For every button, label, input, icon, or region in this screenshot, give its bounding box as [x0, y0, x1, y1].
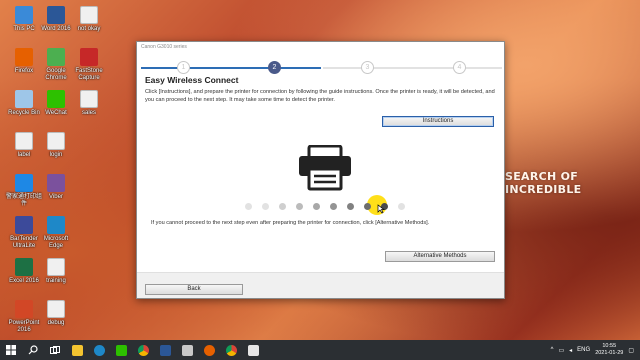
chrome-icon[interactable] — [132, 340, 154, 360]
document-icon — [47, 258, 65, 276]
firefox-icon — [15, 48, 33, 66]
document-icon — [47, 132, 65, 150]
firefox-icon[interactable] — [198, 340, 220, 360]
desktop-icon[interactable]: not okay — [69, 6, 109, 33]
notification-icon[interactable]: ▢ — [628, 347, 634, 354]
desktop-icon[interactable]: training — [36, 258, 76, 285]
back-button[interactable]: Back — [145, 284, 243, 295]
step-line-done — [141, 67, 321, 69]
wallpaper-text: SEARCH OF INCREDIBLE — [505, 170, 582, 196]
progress-dot — [313, 203, 320, 210]
document-icon — [80, 90, 98, 108]
printer-icon — [299, 145, 351, 191]
step-indicator: 1 2 3 4 — [137, 52, 504, 74]
desktop-icon[interactable]: login — [36, 132, 76, 159]
wechat-icon[interactable] — [110, 340, 132, 360]
dialog-content: Easy Wireless Connect Click [Instruction… — [145, 75, 496, 104]
desktop-icon[interactable]: sales — [69, 90, 109, 117]
desktop-icon-label: debug — [47, 320, 65, 326]
desktop-icon[interactable]: Viber — [36, 174, 76, 201]
canon-icon[interactable] — [242, 340, 264, 360]
volume-icon[interactable]: ◂ — [569, 347, 572, 354]
search-icon[interactable] — [22, 340, 44, 360]
dialog-footer: Back — [137, 272, 504, 298]
mouse-cursor-icon — [377, 204, 385, 214]
edge-icon — [47, 216, 65, 234]
system-tray: ^ ▭ ◂ ENG 10:55 2021-01-29 ▢ — [551, 340, 634, 360]
taskbar: ^ ▭ ◂ ENG 10:55 2021-01-29 ▢ — [0, 340, 640, 360]
edge-icon[interactable] — [88, 340, 110, 360]
step-line-pending — [323, 67, 502, 69]
desktop-icon[interactable]: FastStone Capture — [69, 48, 109, 82]
desktop-icon-label: sales — [81, 110, 96, 116]
printer-app-icon — [15, 174, 33, 192]
desktop-icon-label: login — [49, 152, 63, 158]
clock-time: 10:55 — [602, 343, 617, 349]
step-3: 3 — [361, 61, 374, 74]
viber-icon — [47, 174, 65, 192]
network-icon[interactable]: ▭ — [558, 347, 564, 354]
desktop-icon-label: Microsoft Edge — [43, 236, 69, 249]
chrome-icon[interactable] — [220, 340, 242, 360]
progress-dot — [364, 203, 371, 210]
recycle-bin-icon — [15, 90, 33, 108]
wechat-icon — [47, 90, 65, 108]
progress-dot — [279, 203, 286, 210]
document-icon — [47, 300, 65, 318]
printer-app-icon[interactable] — [176, 340, 198, 360]
step-2-active: 2 — [268, 61, 281, 74]
word-icon — [47, 6, 65, 24]
desktop-icon[interactable]: Microsoft Edge — [36, 216, 76, 250]
word-icon[interactable] — [154, 340, 176, 360]
chrome-icon — [47, 48, 65, 66]
language-indicator[interactable]: ENG — [577, 347, 590, 353]
powerpoint-icon — [15, 300, 33, 318]
progress-dot — [398, 203, 405, 210]
desktop-icon-label: Viber — [49, 194, 63, 200]
page-heading: Easy Wireless Connect — [145, 75, 239, 85]
capture-icon — [80, 48, 98, 66]
bartender-icon — [15, 216, 33, 234]
chevron-up-icon[interactable]: ^ — [551, 347, 554, 353]
desktop-icon-label: FastStone Capture — [75, 68, 103, 81]
step-4: 4 — [453, 61, 466, 74]
dialog-title: Canon G3010 series — [141, 44, 187, 50]
instructions-button[interactable]: Instructions — [382, 116, 494, 127]
progress-dot — [296, 203, 303, 210]
clock[interactable]: 10:55 2021-01-29 — [595, 343, 623, 357]
task-view-icon[interactable] — [44, 340, 66, 360]
file-explorer-icon[interactable] — [66, 340, 88, 360]
progress-dot — [330, 203, 337, 210]
desktop-icons: This PC Word 2016 not okay Firefox Google Ch… — [0, 0, 130, 340]
excel-icon — [15, 258, 33, 276]
instructions-text: Click [Instructions], and prepare the pr… — [145, 89, 495, 103]
alternative-note: If you cannot proceed to the next step e… — [151, 220, 430, 226]
desktop-icon-label: training — [46, 278, 66, 284]
computer-icon — [15, 6, 33, 24]
desktop-icon-label: not okay — [77, 26, 101, 32]
progress-dot — [347, 203, 354, 210]
document-icon — [15, 132, 33, 150]
setup-dialog: Canon G3010 series 1 2 3 4 Easy Wireless… — [136, 41, 505, 299]
desktop-icon[interactable]: debug — [36, 300, 76, 327]
progress-dot — [262, 203, 269, 210]
progress-dot — [245, 203, 252, 210]
step-1: 1 — [177, 61, 190, 74]
start-icon[interactable] — [0, 340, 22, 360]
alternative-methods-button[interactable]: Alternative Methods — [385, 251, 495, 262]
clock-date: 2021-01-29 — [595, 350, 624, 356]
file-icon — [80, 6, 98, 24]
